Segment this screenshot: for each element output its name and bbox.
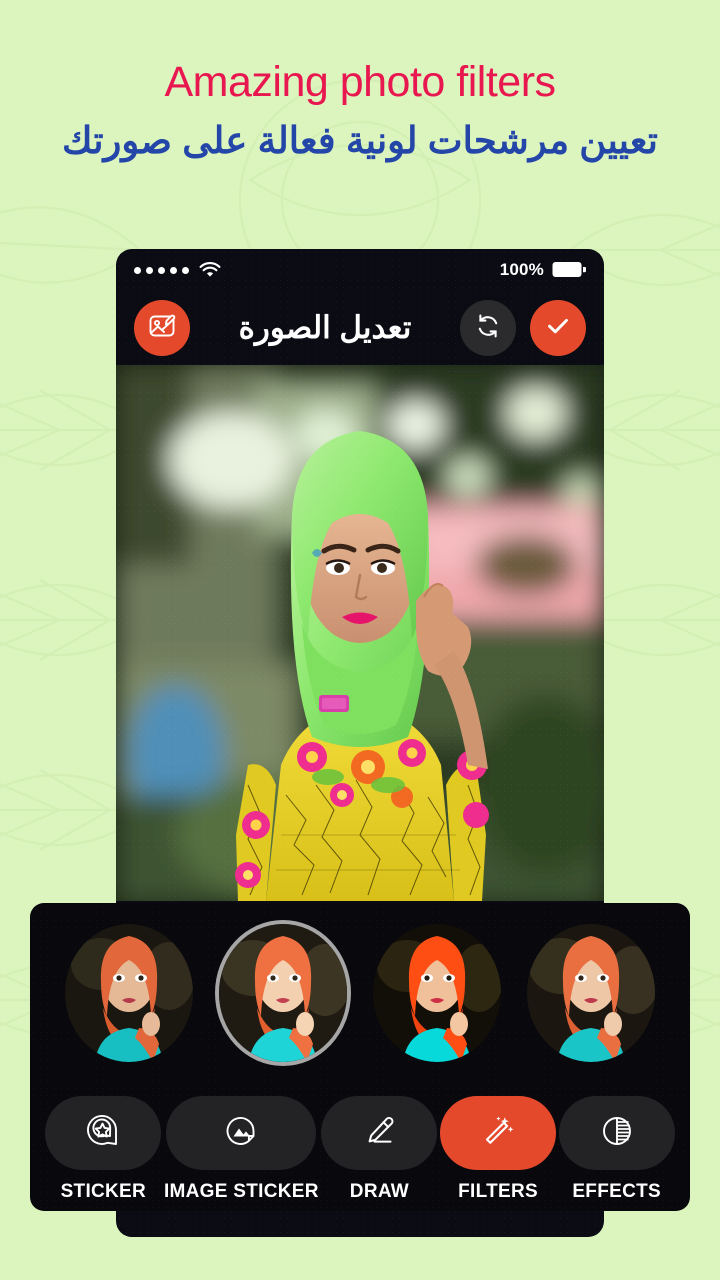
tool-sticker-label: STICKER (60, 1181, 147, 1202)
photo-edit-icon (147, 311, 177, 346)
filter-thumb-3[interactable] (373, 923, 501, 1062)
status-bar: 100% (116, 249, 604, 291)
magic-wand-icon (478, 1111, 518, 1156)
reset-button[interactable] (460, 300, 516, 356)
tool-effects-label: EFFECTS (572, 1181, 661, 1202)
confirm-button[interactable] (530, 300, 586, 356)
filter-preview-image (219, 923, 347, 1062)
tool-filters-label: FILTERS (458, 1181, 538, 1202)
promo-screenshot: Amazing photo filters تعيين مرشحات لونية… (0, 0, 720, 1280)
refresh-icon (474, 312, 502, 345)
filter-preview-image (65, 923, 193, 1062)
tool-effects[interactable]: EFFECTS (558, 1096, 675, 1203)
tool-filters-pill[interactable] (440, 1096, 557, 1170)
contrast-circle-icon (597, 1111, 637, 1156)
tool-sticker[interactable]: STICKER (45, 1096, 162, 1203)
page-subtitle: تعيين مرشحات لونية فعالة على صورتك (62, 120, 658, 162)
promo-headline: Amazing photo filters تعيين مرشحات لونية… (0, 58, 720, 164)
signal-dots-icon (134, 266, 189, 274)
filter-thumbnail-strip[interactable] (30, 915, 690, 1070)
page-title: Amazing photo filters (164, 58, 556, 106)
tool-draw-pill[interactable] (321, 1096, 438, 1170)
photo-edit-button[interactable] (134, 300, 190, 356)
sticker-star-icon (83, 1111, 123, 1156)
filter-thumb-4[interactable] (527, 923, 655, 1062)
check-icon (543, 311, 573, 346)
tool-image-sticker[interactable]: IMAGE STICKER (164, 1096, 319, 1203)
filter-preview-image (527, 923, 655, 1062)
battery-full-icon (552, 261, 586, 279)
tool-effects-pill[interactable] (558, 1096, 675, 1170)
wifi-icon (199, 261, 221, 279)
editor-toolbar: STICKER IMAGE STICKER DRAW FILTERS EFFEC… (30, 1075, 690, 1203)
tool-image-sticker-label: IMAGE STICKER (163, 1181, 319, 1202)
app-header: تعديل الصورة (116, 291, 604, 365)
app-title: تعديل الصورة (238, 310, 412, 345)
tool-draw[interactable]: DRAW (321, 1096, 438, 1203)
edited-photo (116, 365, 604, 901)
pencil-icon (359, 1111, 399, 1156)
tool-filters[interactable]: FILTERS (440, 1096, 557, 1203)
tool-draw-label: DRAW (349, 1181, 410, 1202)
filter-thumb-2[interactable] (219, 923, 347, 1062)
filter-preview-image (373, 923, 501, 1062)
sticker-image-icon (221, 1111, 261, 1156)
tool-image-sticker-pill[interactable] (166, 1096, 317, 1170)
photo-canvas[interactable] (116, 365, 604, 901)
battery-percent-label: 100% (499, 260, 544, 279)
editor-bottom-panel: STICKER IMAGE STICKER DRAW FILTERS EFFEC… (30, 903, 690, 1211)
filter-thumb-1[interactable] (65, 923, 193, 1062)
app-header-actions (460, 300, 586, 356)
tool-sticker-pill[interactable] (45, 1096, 162, 1170)
